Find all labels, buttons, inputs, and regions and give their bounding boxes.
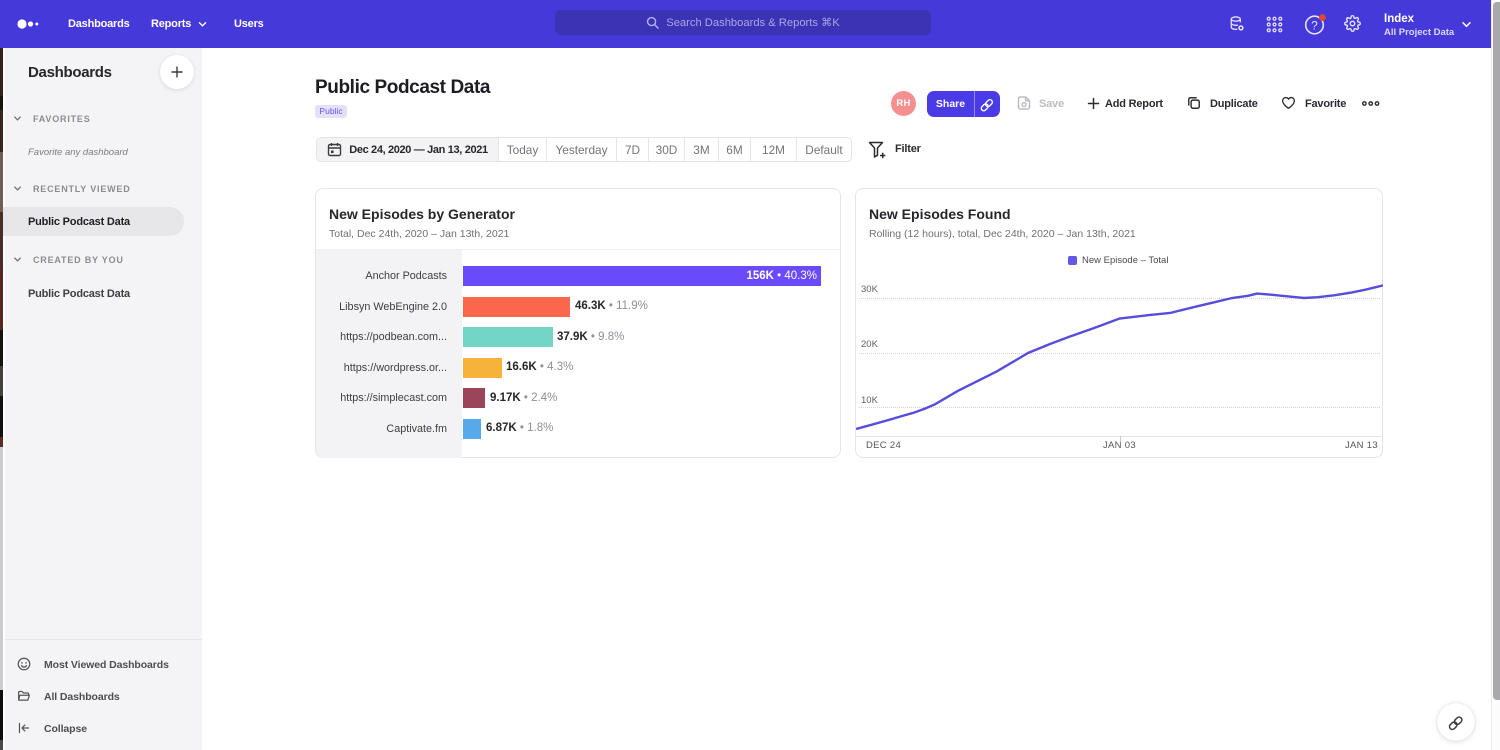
svg-text:?: ? bbox=[1311, 19, 1318, 33]
